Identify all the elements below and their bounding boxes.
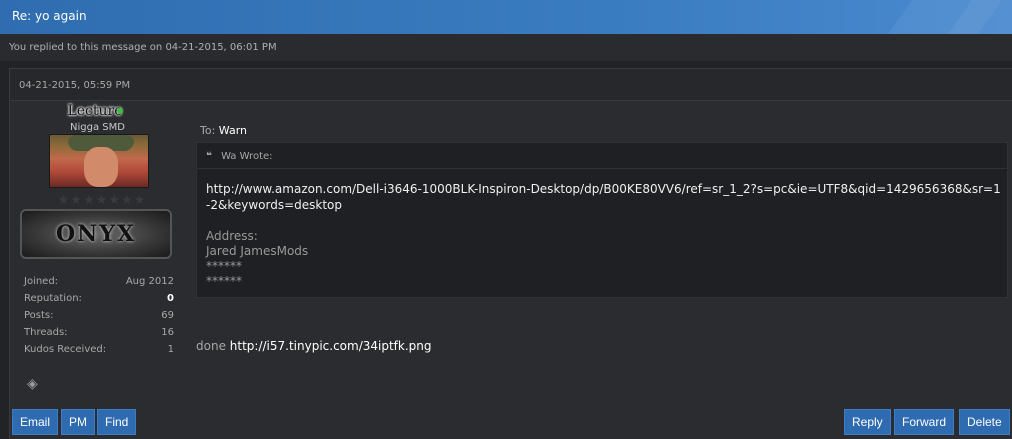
user-title: Nigga SMD bbox=[70, 122, 125, 133]
post-text: done http://i57.tinypic.com/34iptfk.png bbox=[196, 339, 432, 353]
post-date-header: 04-21-2015, 05:59 PM bbox=[10, 69, 1012, 101]
stat-kudos: Kudos Received: 1 bbox=[24, 344, 174, 355]
pm-button[interactable]: PM bbox=[61, 409, 95, 435]
avatar[interactable] bbox=[49, 134, 149, 188]
replied-info-bar: You replied to this message on 04-21-201… bbox=[0, 34, 1012, 61]
quote-url: http://www.amazon.com/Dell-i3646-1000BLK… bbox=[206, 182, 1001, 212]
stat-posts: Posts: 69 bbox=[24, 310, 174, 321]
quote-header: ❝ Wa Wrote: bbox=[197, 143, 1007, 169]
window-title: Re: yo again bbox=[12, 9, 87, 23]
user-stats: Joined: Aug 2012 Reputation: 0 Posts: 69… bbox=[24, 276, 174, 361]
post-date: 04-21-2015, 05:59 PM bbox=[19, 80, 131, 91]
quote-block: ❝ Wa Wrote: http://www.amazon.com/Dell-i… bbox=[196, 142, 1008, 298]
forward-button[interactable]: Forward bbox=[894, 409, 955, 435]
rank-badge: ONYX bbox=[20, 209, 172, 259]
stat-threads: Threads: 16 bbox=[24, 327, 174, 338]
image-link[interactable]: http://i57.tinypic.com/34iptfk.png bbox=[230, 339, 432, 353]
post-content: To: Warn ❝ Wa Wrote: http://www.amazon.c… bbox=[196, 102, 1011, 402]
window-title-bar: Re: yo again bbox=[0, 0, 1012, 34]
find-button[interactable]: Find bbox=[97, 409, 137, 435]
quote-address: Address: Jared JamesMods ****** ****** bbox=[206, 229, 309, 288]
diamond-icon: ◈ bbox=[27, 376, 38, 392]
user-panel: Lecture Nigga SMD ★★★★★★★ ONYX Joined: A… bbox=[10, 102, 187, 402]
post-container: 04-21-2015, 05:59 PM Lecture Nigga SMD ★… bbox=[9, 68, 1012, 439]
replied-info-text: You replied to this message on 04-21-201… bbox=[9, 42, 277, 53]
email-button[interactable]: Email bbox=[12, 409, 59, 435]
quote-author: Wa Wrote: bbox=[221, 151, 273, 162]
online-status-icon bbox=[117, 108, 123, 114]
recipient: To: Warn bbox=[200, 124, 248, 137]
stat-joined: Joined: Aug 2012 bbox=[24, 276, 174, 287]
stat-reputation: Reputation: 0 bbox=[24, 293, 174, 304]
quote-icon: ❝ bbox=[206, 151, 212, 162]
rank-stars: ★★★★★★★ bbox=[57, 193, 147, 208]
reply-button[interactable]: Reply bbox=[844, 409, 891, 435]
delete-button[interactable]: Delete bbox=[959, 409, 1010, 435]
